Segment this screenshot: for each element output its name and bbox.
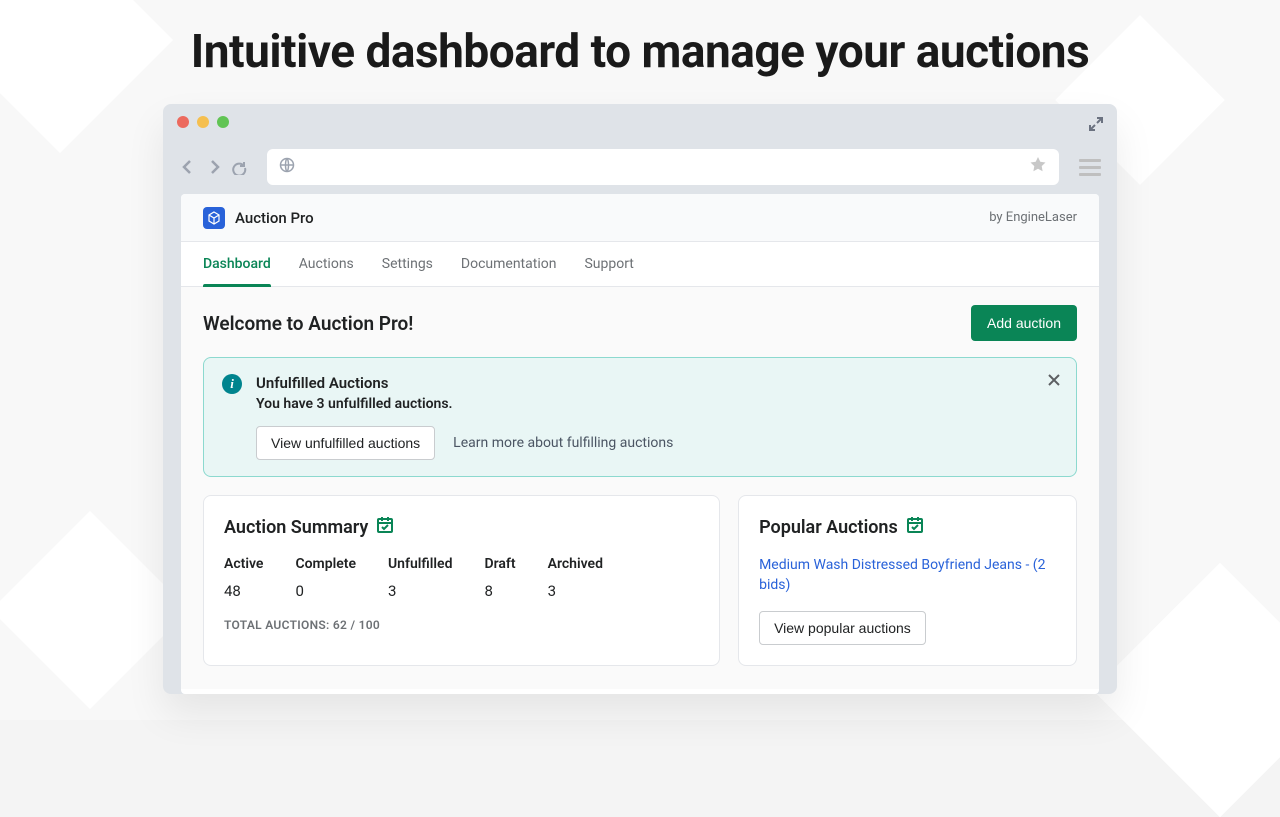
reload-button[interactable] [231,158,247,176]
calendar-icon[interactable] [906,516,924,538]
unfulfilled-banner: i Unfulfilled Auctions You have 3 unfulf… [203,357,1077,477]
tab-auctions[interactable]: Auctions [299,242,354,286]
view-popular-button[interactable]: View popular auctions [759,611,926,645]
view-unfulfilled-button[interactable]: View unfulfilled auctions [256,426,435,460]
tabs: Dashboard Auctions Settings Documentatio… [181,242,1099,287]
stat-value: 8 [484,582,515,600]
forward-button[interactable] [205,158,223,176]
stat-value: 48 [224,582,263,600]
banner-title: Unfulfilled Auctions [256,374,453,392]
add-auction-button[interactable]: Add auction [971,305,1077,341]
popular-title: Popular Auctions [759,517,898,538]
app-name: Auction Pro [235,209,314,227]
stat-label: Complete [295,556,356,572]
stat-value: 3 [388,582,453,600]
app-header: Auction Pro by EngineLaser [181,194,1099,242]
summary-total: TOTAL AUCTIONS: 62 / 100 [224,618,699,632]
back-button[interactable] [179,158,197,176]
banner-message: You have 3 unfulfilled auctions. [256,396,453,412]
browser-tab[interactable] [251,112,451,140]
stat-value: 0 [295,582,356,600]
learn-more-link[interactable]: Learn more about fulfilling auctions [453,435,673,451]
menu-icon[interactable] [1079,159,1101,176]
auction-summary-card: Auction Summary Active 48 Complete 0 [203,495,720,666]
tab-dashboard[interactable]: Dashboard [203,242,271,286]
stat-label: Active [224,556,263,572]
stat-label: Archived [548,556,603,572]
app-logo-icon [203,207,225,229]
popular-item-link[interactable]: Medium Wash Distressed Boyfriend Jeans -… [759,556,1056,595]
page-title: Welcome to Auction Pro! [203,312,413,335]
url-bar[interactable] [267,149,1059,185]
browser-toolbar [163,140,1117,194]
window-close-icon[interactable] [177,116,189,128]
window-header [163,104,1117,140]
calendar-icon[interactable] [376,516,394,538]
app-vendor: by EngineLaser [989,210,1077,225]
tab-documentation[interactable]: Documentation [461,242,557,286]
stat-label: Draft [484,556,515,572]
tab-settings[interactable]: Settings [382,242,433,286]
tab-support[interactable]: Support [584,242,633,286]
expand-icon[interactable] [1089,116,1103,135]
close-icon[interactable] [1046,372,1062,392]
star-icon[interactable] [1029,156,1047,178]
summary-title: Auction Summary [224,517,368,538]
stat-label: Unfulfilled [388,556,453,572]
browser-window: Auction Pro by EngineLaser Dashboard Auc… [163,104,1117,694]
popular-auctions-card: Popular Auctions Medium Wash Distressed … [738,495,1077,666]
stat-value: 3 [548,582,603,600]
globe-icon [279,157,295,177]
window-minimize-icon[interactable] [197,116,209,128]
window-maximize-icon[interactable] [217,116,229,128]
info-icon: i [222,374,242,394]
hero-title: Intuitive dashboard to manage your aucti… [0,25,1280,79]
